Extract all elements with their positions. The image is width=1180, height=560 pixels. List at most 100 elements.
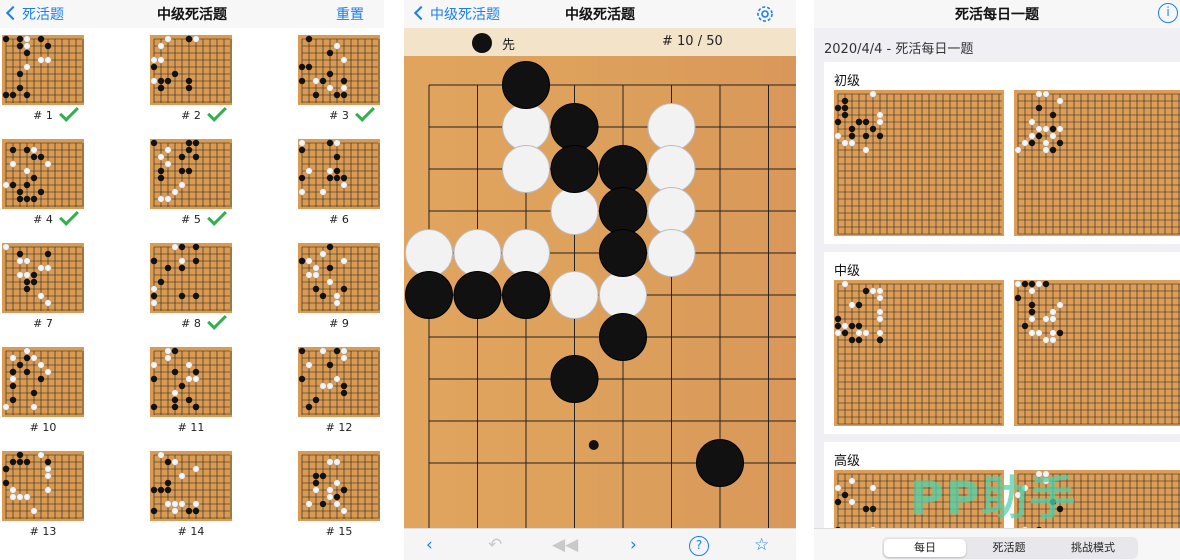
white-stone xyxy=(1028,315,1036,323)
white-stone xyxy=(848,477,856,485)
white-stone xyxy=(9,354,17,362)
go-board[interactable] xyxy=(404,56,796,528)
problem-thumbnail[interactable] xyxy=(298,243,380,313)
daily-screen: 死活每日一题 i 2020/4/4 - 死活每日一题 初级 中级 高级 PP助手… xyxy=(814,0,1180,560)
problem-thumbnail[interactable] xyxy=(2,35,84,105)
problem-item[interactable]: # 9 xyxy=(298,243,384,347)
black-stone xyxy=(848,336,856,344)
problem-item[interactable]: # 2 xyxy=(150,35,270,139)
problem-item[interactable]: # 3 xyxy=(298,35,384,139)
problem-thumbnail[interactable] xyxy=(298,139,380,209)
gear-icon[interactable] xyxy=(754,3,776,25)
reset-button[interactable]: 重置 xyxy=(336,4,364,24)
white-stone xyxy=(502,103,550,151)
problem-thumbnail[interactable] xyxy=(2,347,84,417)
white-stone xyxy=(326,278,334,286)
white-stone xyxy=(333,479,341,487)
black-stone xyxy=(1028,139,1036,147)
daily-board[interactable] xyxy=(834,90,1004,236)
problem-item[interactable]: # 6 xyxy=(298,139,384,243)
white-stone xyxy=(848,498,856,506)
problem-thumbnail[interactable] xyxy=(150,35,232,105)
tab-daily[interactable]: 每日 xyxy=(884,539,966,557)
black-stone xyxy=(185,35,193,43)
white-stone xyxy=(1042,125,1050,133)
white-stone xyxy=(834,329,842,337)
black-stone xyxy=(164,486,172,494)
problem-item[interactable]: # 5 xyxy=(150,139,270,243)
undo-icon[interactable]: ↶ xyxy=(488,535,502,555)
problem-thumbnail[interactable] xyxy=(150,347,232,417)
white-stone xyxy=(1056,125,1064,133)
tab-life-death[interactable]: 死活题 xyxy=(968,539,1050,557)
problem-item[interactable]: # 12 xyxy=(298,347,384,451)
white-stone xyxy=(192,465,200,473)
daily-board[interactable] xyxy=(834,280,1004,426)
problem-thumbnail[interactable] xyxy=(2,243,84,313)
white-stone xyxy=(1035,280,1043,288)
rewind-icon[interactable]: ◀◀ xyxy=(552,535,578,555)
black-stone xyxy=(834,104,842,112)
problem-label: # 13 xyxy=(29,525,57,538)
black-stone-icon xyxy=(472,33,492,53)
problem-thumbnail[interactable] xyxy=(150,139,232,209)
black-stone xyxy=(30,195,38,203)
black-stone xyxy=(23,146,31,154)
white-stone xyxy=(876,118,884,126)
black-stone xyxy=(869,125,877,133)
black-stone xyxy=(37,375,45,383)
black-stone xyxy=(305,403,313,411)
white-stone xyxy=(550,271,599,319)
problem-item[interactable]: # 15 xyxy=(298,451,384,555)
problem-thumbnail[interactable] xyxy=(298,347,380,417)
problem-item[interactable]: # 11 xyxy=(150,347,270,451)
problem-item[interactable]: # 4 xyxy=(2,139,122,243)
star-icon[interactable]: ☆ xyxy=(754,535,769,555)
black-stone xyxy=(326,243,334,251)
problem-item[interactable]: # 7 xyxy=(2,243,122,347)
back-icon[interactable]: ‹ xyxy=(426,535,433,555)
black-stone xyxy=(171,70,179,78)
help-icon[interactable]: ? xyxy=(689,536,709,556)
problem-thumbnail[interactable] xyxy=(298,35,380,105)
problem-thumbnail[interactable] xyxy=(2,451,84,521)
white-stone xyxy=(44,465,52,473)
white-stone xyxy=(164,146,172,154)
turn-label: 先 xyxy=(502,38,516,53)
black-stone xyxy=(185,396,193,404)
white-stone xyxy=(319,250,327,258)
problem-thumbnail[interactable] xyxy=(150,451,232,521)
problem-thumbnail[interactable] xyxy=(150,243,232,313)
tab-challenge[interactable]: 挑战模式 xyxy=(1052,539,1134,557)
info-icon[interactable]: i xyxy=(1158,3,1178,23)
board-grid[interactable] xyxy=(404,56,796,528)
black-stone xyxy=(298,63,306,71)
problem-item[interactable]: # 8 xyxy=(150,243,270,347)
black-stone xyxy=(333,174,341,182)
problem-thumbnail[interactable] xyxy=(298,451,380,521)
black-stone xyxy=(841,111,849,119)
forward-icon[interactable]: › xyxy=(630,535,637,555)
problem-thumbnail[interactable] xyxy=(2,139,84,209)
problem-item[interactable]: # 14 xyxy=(150,451,270,555)
white-stone xyxy=(164,347,172,355)
black-stone xyxy=(16,70,24,78)
white-stone xyxy=(1035,125,1043,133)
white-stone xyxy=(305,361,313,369)
black-stone xyxy=(164,458,172,466)
black-stone xyxy=(23,354,31,362)
white-stone xyxy=(23,257,31,265)
white-stone xyxy=(9,160,17,168)
black-stone xyxy=(298,375,306,383)
black-stone xyxy=(192,243,200,251)
bottom-toolbar: ‹ ↶ ◀◀ › ? ☆ xyxy=(404,528,796,560)
daily-board[interactable] xyxy=(1014,90,1180,236)
black-stone xyxy=(9,146,17,154)
problem-item[interactable]: # 1 xyxy=(2,35,122,139)
white-stone xyxy=(647,145,696,193)
problem-item[interactable]: # 13 xyxy=(2,451,122,555)
problem-label: # 15 xyxy=(325,525,353,538)
daily-board[interactable] xyxy=(1014,280,1180,426)
problem-label: # 12 xyxy=(325,421,353,434)
problem-item[interactable]: # 10 xyxy=(2,347,122,451)
